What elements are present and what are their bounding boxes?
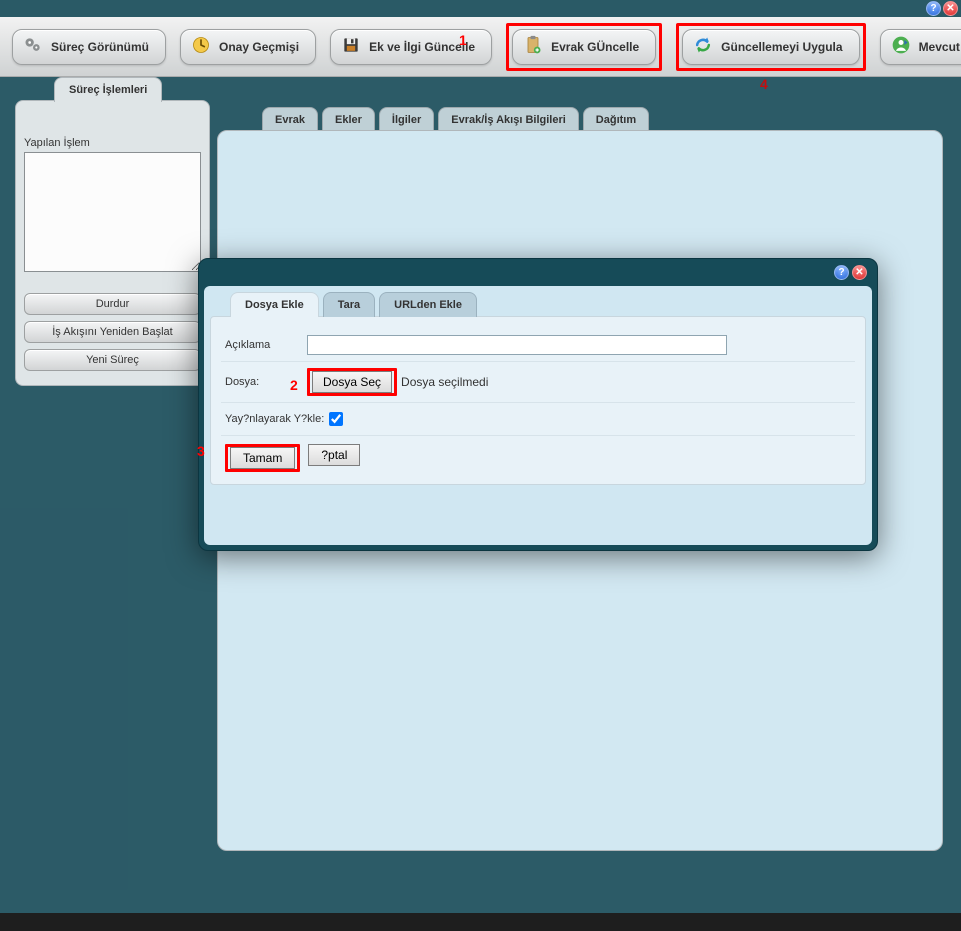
callout-3: 3 <box>197 443 205 459</box>
tab-ekler[interactable]: Ekler <box>322 107 375 132</box>
attachment-update-button[interactable]: Ek ve İlgi Güncelle <box>330 29 492 65</box>
process-actions-tab[interactable]: Süreç İşlemleri <box>54 77 162 102</box>
toolbar-label: Onay Geçmişi <box>219 40 299 54</box>
description-input[interactable] <box>307 335 727 355</box>
highlight-file-select: Dosya Seç <box>307 368 397 396</box>
user-arrow-icon <box>891 35 911 58</box>
highlight-apply-update: Güncellemeyi Uygula <box>676 23 865 71</box>
dialog-titlebar: ? ✕ <box>204 264 872 286</box>
window-titlebar: ? ✕ <box>0 0 961 17</box>
tab-workflow-info[interactable]: Evrak/İş Akışı Bilgileri <box>438 107 579 132</box>
action-textarea-label: Yapılan İşlem <box>24 137 90 149</box>
main-tabstrip: Evrak Ekler İlgiler Evrak/İş Akışı Bilgi… <box>262 107 653 132</box>
approval-history-button[interactable]: Onay Geçmişi <box>180 29 316 65</box>
description-label: Açıklama <box>225 339 307 351</box>
highlight-evrak-guncelle: Evrak GÜncelle <box>506 23 662 71</box>
stop-button[interactable]: Durdur <box>24 293 201 315</box>
tab-dagitim[interactable]: Dağıtım <box>583 107 649 132</box>
file-add-dialog: ? ✕ Dosya Ekle Tara URLden Ekle Açıklama… <box>198 258 878 551</box>
save-icon <box>341 35 361 58</box>
document-update-button[interactable]: Evrak GÜncelle <box>512 29 656 65</box>
restart-workflow-button[interactable]: İş Akışını Yeniden Başlat <box>24 321 201 343</box>
tab-urlden-ekle[interactable]: URLden Ekle <box>379 292 477 317</box>
main-toolbar: Süreç Görünümü Onay Geçmişi Ek ve İlgi G… <box>0 17 961 77</box>
publish-upload-checkbox[interactable] <box>329 412 343 426</box>
dialog-close-icon[interactable]: ✕ <box>852 265 867 280</box>
action-textarea[interactable] <box>24 152 201 272</box>
clock-icon <box>191 35 211 58</box>
apply-update-button[interactable]: Güncellemeyi Uygula <box>682 29 859 65</box>
dialog-tabstrip: Dosya Ekle Tara URLden Ekle <box>230 292 866 317</box>
process-actions-panel: Süreç İşlemleri Yapılan İşlem Durdur İş … <box>15 100 210 386</box>
refresh-icon <box>693 35 713 58</box>
toolbar-label: Süreç Görünümü <box>51 40 149 54</box>
tab-ilgiler[interactable]: İlgiler <box>379 107 434 132</box>
callout-4: 4 <box>760 76 768 92</box>
tab-tara[interactable]: Tara <box>323 292 375 317</box>
dialog-form: Açıklama Dosya: Dosya Seç Dosya seçilmed… <box>210 316 866 485</box>
help-icon[interactable]: ? <box>926 1 941 16</box>
dialog-help-icon[interactable]: ? <box>834 265 849 280</box>
callout-2: 2 <box>290 377 298 393</box>
toolbar-label: Mevcut Evrak <box>919 40 961 54</box>
close-icon[interactable]: ✕ <box>943 1 958 16</box>
current-document-button[interactable]: Mevcut Evrak <box>880 29 961 65</box>
clipboard-icon <box>523 35 543 58</box>
tab-dosya-ekle[interactable]: Dosya Ekle <box>230 292 319 317</box>
file-status-text: Dosya seçilmedi <box>401 375 488 389</box>
publish-upload-label: Yay?nlayarak Y?kle: <box>225 413 325 425</box>
gears-icon <box>23 35 43 58</box>
toolbar-label: Evrak GÜncelle <box>551 40 639 54</box>
statusbar <box>0 913 961 931</box>
ok-button[interactable]: Tamam <box>230 447 295 469</box>
cancel-button[interactable]: ?ptal <box>308 444 360 466</box>
process-view-button[interactable]: Süreç Görünümü <box>12 29 166 65</box>
callout-1: 1 <box>459 32 467 48</box>
new-process-button[interactable]: Yeni Süreç <box>24 349 201 371</box>
highlight-ok: Tamam <box>225 444 300 472</box>
tab-evrak[interactable]: Evrak <box>262 107 318 132</box>
toolbar-label: Güncellemeyi Uygula <box>721 40 842 54</box>
file-select-button[interactable]: Dosya Seç <box>312 371 392 393</box>
